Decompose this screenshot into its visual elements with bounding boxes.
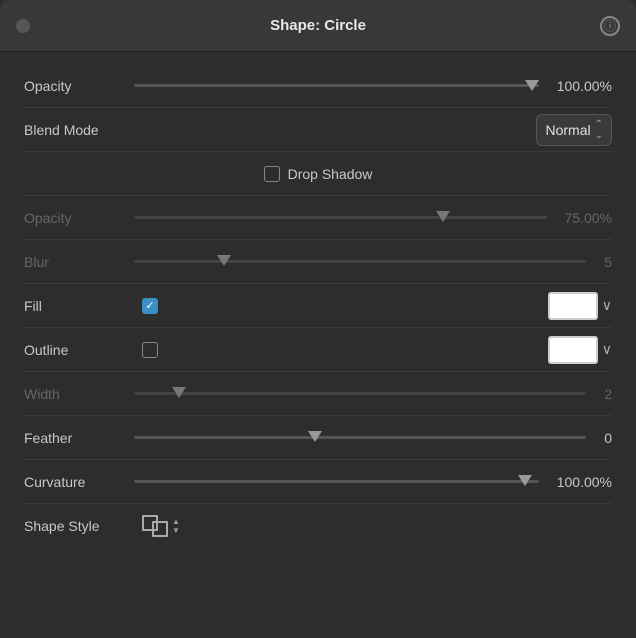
title-bar: Shape: Circle ⓘ	[0, 0, 636, 52]
feather-value: 0	[604, 430, 612, 446]
blur-value: 5	[604, 254, 612, 270]
shape-style-up-icon: ▲	[172, 518, 180, 526]
width-slider-area: 2	[134, 386, 612, 402]
opacity-value: 100.00%	[557, 78, 612, 94]
blend-mode-chevron-icon: ⌃⌄	[595, 119, 603, 141]
shape-style-down-icon: ▼	[172, 527, 180, 535]
opacity-label: Opacity	[24, 78, 134, 94]
width-label: Width	[24, 386, 134, 402]
outline-chevron-icon: ∨	[602, 341, 612, 358]
drop-shadow-checkbox[interactable]	[264, 166, 280, 182]
outline-row: Outline ∨	[24, 328, 612, 372]
fill-chevron-icon: ∨	[602, 297, 612, 314]
feather-slider-area: 0	[134, 430, 612, 446]
fill-label: Fill	[24, 298, 134, 314]
opacity-row: Opacity 100.00%	[24, 64, 612, 108]
shape-style-picker[interactable]: ▲ ▼	[142, 515, 180, 537]
shape-style-squares-icon	[142, 515, 168, 537]
outline-label: Outline	[24, 342, 134, 358]
shadow-opacity-thumb[interactable]	[436, 209, 450, 227]
shadow-opacity-slider-area: 75.00%	[134, 210, 612, 226]
outline-color-swatch	[548, 336, 598, 364]
blur-slider-area: 5	[134, 254, 612, 270]
shape-style-stepper[interactable]: ▲ ▼	[172, 518, 180, 535]
info-button[interactable]: ⓘ	[600, 16, 620, 36]
curvature-label: Curvature	[24, 474, 134, 490]
blur-row: Blur 5	[24, 240, 612, 284]
width-value: 2	[604, 386, 612, 402]
feather-row: Feather 0	[24, 416, 612, 460]
close-button[interactable]	[16, 19, 30, 33]
feather-label: Feather	[24, 430, 134, 446]
shadow-opacity-row: Opacity 75.00%	[24, 196, 612, 240]
outline-checkbox[interactable]	[142, 342, 158, 358]
feather-thumb[interactable]	[308, 429, 322, 447]
shadow-opacity-value: 75.00%	[565, 210, 612, 226]
width-thumb[interactable]	[172, 385, 186, 403]
width-row: Width 2	[24, 372, 612, 416]
blend-mode-row: Blend Mode Normal ⌃⌄	[24, 108, 612, 152]
panel: Shape: Circle ⓘ Opacity 100.00% Blend Mo…	[0, 0, 636, 638]
blend-mode-dropdown[interactable]: Normal ⌃⌄	[536, 114, 612, 146]
opacity-slider-area: 100.00%	[134, 78, 612, 94]
outline-color-picker[interactable]: ∨	[548, 336, 612, 364]
fill-color-swatch	[548, 292, 598, 320]
shape-style-row: Shape Style ▲ ▼	[24, 504, 612, 548]
curvature-thumb[interactable]	[518, 473, 532, 491]
fill-checkbox[interactable]	[142, 298, 158, 314]
shape-style-label: Shape Style	[24, 518, 134, 534]
drop-shadow-label: Drop Shadow	[288, 166, 373, 182]
opacity-slider-thumb[interactable]	[525, 80, 539, 91]
blend-mode-content: Normal ⌃⌄	[134, 114, 612, 146]
drop-shadow-row: Drop Shadow	[24, 152, 612, 196]
content-area: Opacity 100.00% Blend Mode Normal ⌃⌄	[0, 52, 636, 560]
blur-thumb[interactable]	[217, 253, 231, 271]
curvature-slider-area: 100.00%	[134, 474, 612, 490]
panel-title: Shape: Circle	[270, 17, 366, 34]
shadow-opacity-label: Opacity	[24, 210, 134, 226]
blend-mode-value: Normal	[545, 122, 590, 138]
blur-label: Blur	[24, 254, 134, 270]
fill-row: Fill ∨	[24, 284, 612, 328]
curvature-row: Curvature 100.00%	[24, 460, 612, 504]
fill-color-picker[interactable]: ∨	[548, 292, 612, 320]
curvature-value: 100.00%	[557, 474, 612, 490]
blend-mode-label: Blend Mode	[24, 122, 134, 138]
